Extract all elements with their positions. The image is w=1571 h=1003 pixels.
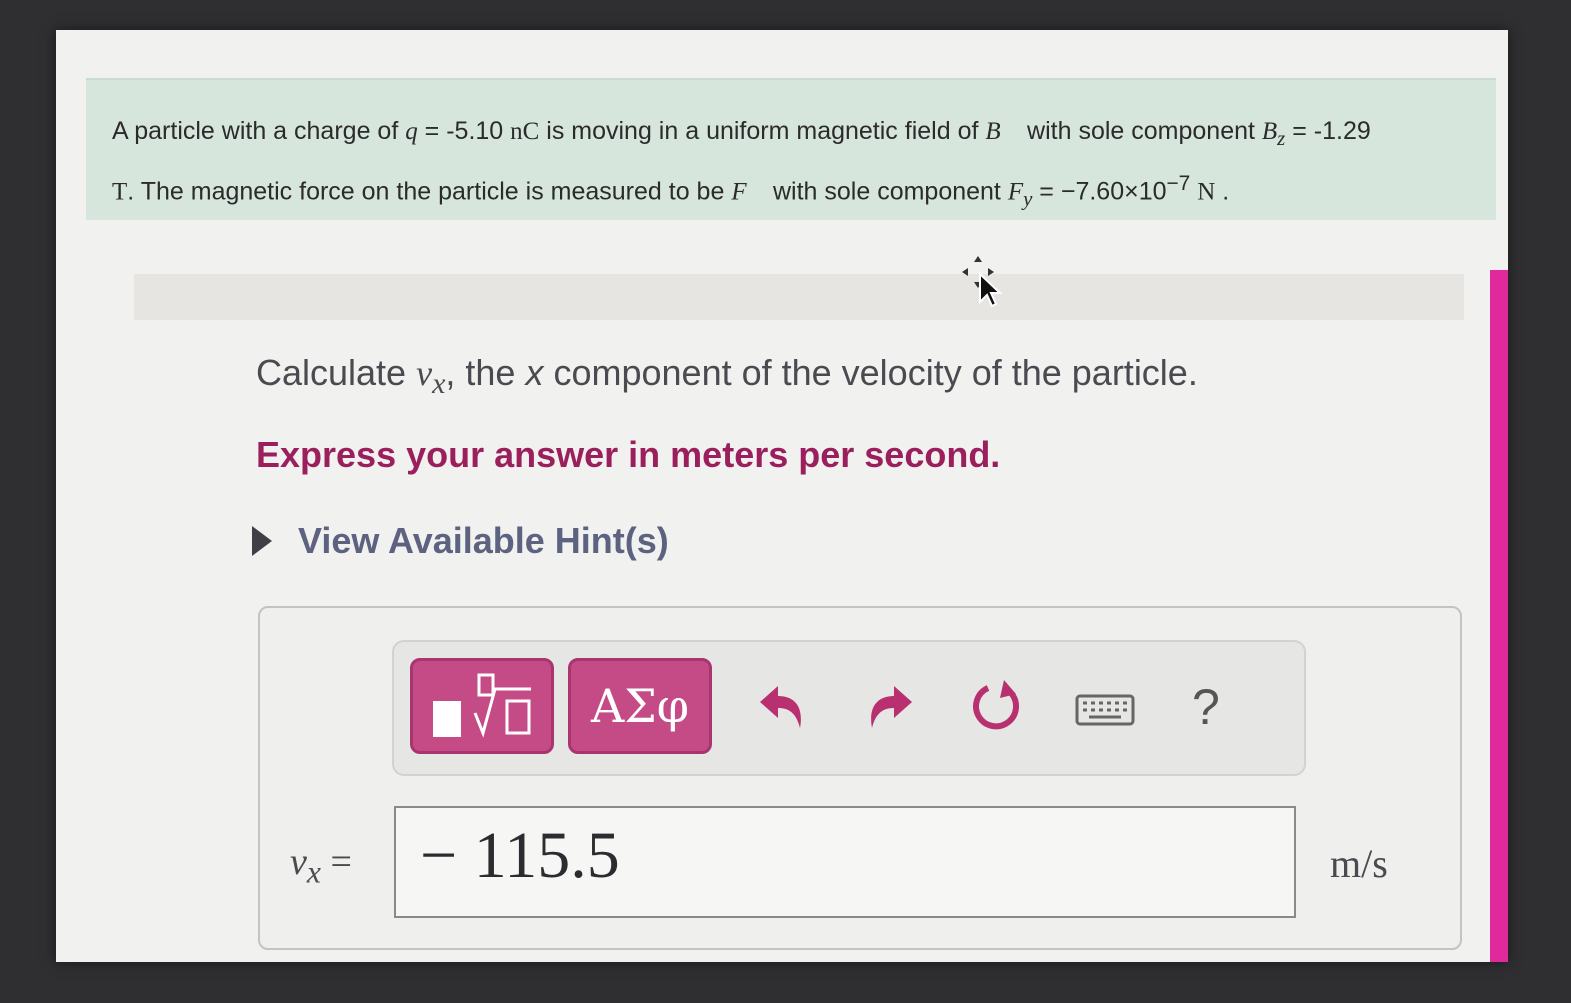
charge-symbol: q <box>405 118 418 145</box>
x-symbol: x <box>525 352 544 393</box>
symbols-button[interactable]: ΑΣφ <box>568 658 712 754</box>
undo-icon[interactable] <box>750 672 814 744</box>
question-part: , the <box>445 352 526 393</box>
velocity-symbol: v <box>416 353 433 393</box>
reset-icon[interactable] <box>964 672 1028 744</box>
velocity-subscript: x <box>432 367 446 401</box>
force-unit: N <box>1197 178 1216 206</box>
caret-right-icon <box>252 526 272 556</box>
charge-unit: nC <box>510 118 540 145</box>
move-cursor-icon <box>962 256 1003 308</box>
help-button[interactable]: ? <box>1192 678 1220 736</box>
blurred-strip <box>134 274 1464 320</box>
redo-icon[interactable] <box>858 672 922 744</box>
screen: A particle with a charge of q = -5.10 nC… <box>56 30 1508 962</box>
problem-text: with sole component <box>766 177 1008 206</box>
problem-text: is moving in a uniform magnetic field of <box>539 117 986 145</box>
problem-statement: A particle with a charge of q = -5.10 nC… <box>86 78 1496 220</box>
view-hints-toggle[interactable]: View Available Hint(s) <box>252 520 669 562</box>
accent-bar <box>1490 270 1508 962</box>
problem-text: . The magnetic force on the particle is … <box>127 177 732 206</box>
force-exponent: −7 <box>1166 172 1191 195</box>
question-text: Calculate vx, the x component of the vel… <box>256 352 1198 401</box>
fy-symbol: F <box>1007 178 1024 206</box>
fy-subscript: y <box>1023 186 1033 211</box>
templates-icon <box>433 673 531 738</box>
bz-symbol: B <box>1261 118 1278 145</box>
templates-button[interactable] <box>410 658 554 754</box>
f-vector: F⃗ <box>731 178 767 206</box>
answer-panel: ΑΣφ ? vx = − 115.5 m/s <box>258 606 1462 950</box>
answer-instruction: Express your answer in meters per second… <box>256 434 1001 475</box>
problem-text: . <box>1215 177 1230 206</box>
b-vector: B⃗ <box>985 118 1021 145</box>
math-toolbar: ΑΣφ ? <box>392 640 1306 776</box>
problem-text: = -5.10 <box>417 117 511 145</box>
answer-var: v <box>290 841 307 883</box>
answer-input[interactable]: − 115.5 <box>394 806 1296 918</box>
hint-label: View Available Hint(s) <box>298 520 669 561</box>
equals-sign: = <box>320 841 352 883</box>
unit-label: m/s <box>1330 841 1388 886</box>
question-part: component of the velocity of the particl… <box>543 352 1198 393</box>
problem-text: A particle with a charge of <box>112 117 406 145</box>
question-part: Calculate <box>256 352 417 393</box>
variable-label: vx = <box>290 840 352 891</box>
problem-text: = −7.60×10 <box>1032 177 1167 206</box>
keyboard-icon[interactable] <box>1074 672 1136 744</box>
answer-var-sub: x <box>306 854 321 890</box>
field-unit: T <box>112 178 128 206</box>
problem-text: = -1.29 <box>1285 117 1371 145</box>
problem-text: with sole component <box>1020 117 1262 145</box>
